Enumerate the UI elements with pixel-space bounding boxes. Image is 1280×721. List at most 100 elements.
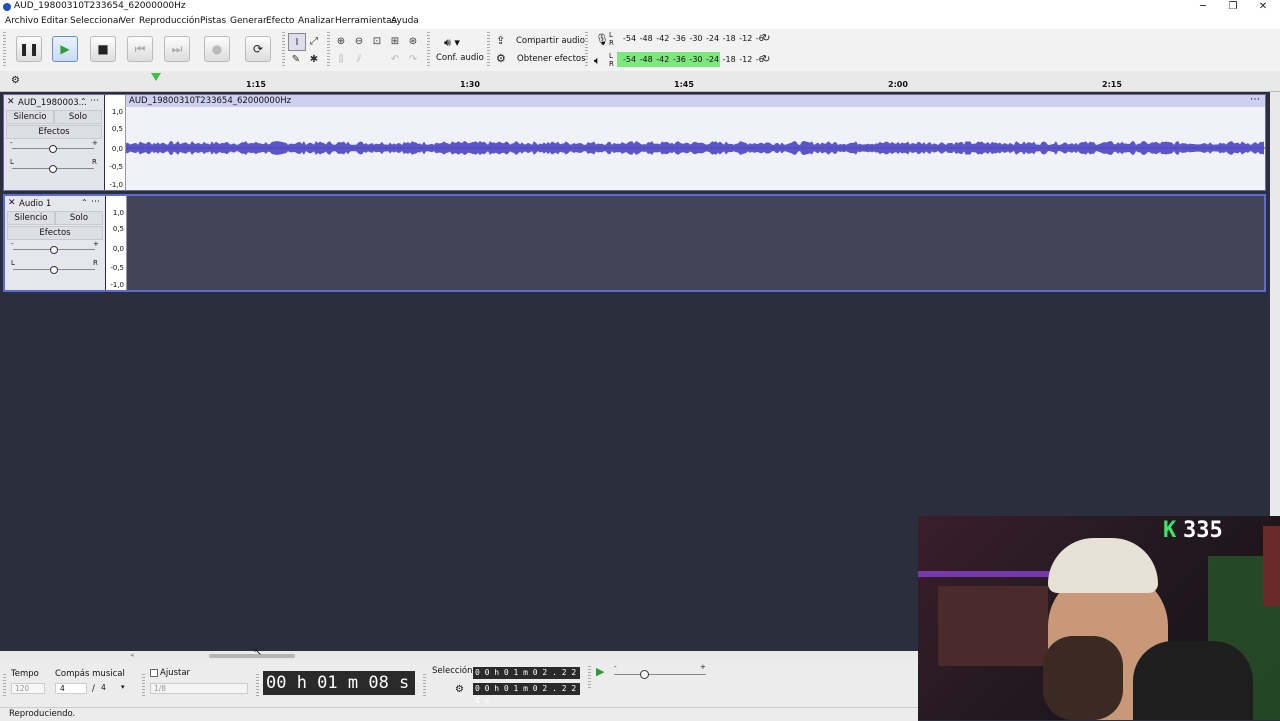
- loop-button[interactable]: ⟳: [245, 36, 271, 62]
- menu-ayuda[interactable]: Ayuda: [391, 16, 419, 26]
- menu-herramientas[interactable]: Herramientas: [335, 16, 396, 26]
- chevron-down-icon[interactable]: ▾: [121, 683, 125, 691]
- zoom-out-icon[interactable]: ⊖: [351, 33, 367, 49]
- speaker-dropdown-icon[interactable]: 🔊︎ ▾: [444, 36, 460, 50]
- audio-setup-label[interactable]: Conf. audio: [436, 53, 484, 63]
- mute-button[interactable]: Silencio: [6, 110, 54, 124]
- multi-tool-icon[interactable]: ✱: [306, 51, 322, 67]
- menu-editar[interactable]: Editar: [41, 16, 68, 26]
- audio-clip[interactable]: AUD_19800310T233654_62000000Hz ⋯: [126, 94, 1265, 190]
- envelope-tool-icon[interactable]: ⤢: [306, 33, 322, 49]
- toolbar-grip[interactable]: [282, 32, 285, 68]
- draw-tool-icon[interactable]: ✎: [288, 51, 304, 67]
- playback-meter[interactable]: -54 -48 -42 -36 -30 -24 -18 -12 -6: [623, 55, 764, 64]
- track-name[interactable]: AUD_1980003...: [18, 98, 87, 108]
- record-meter[interactable]: -54 -48 -42 -36 -30 -24 -18 -12 -6: [623, 34, 764, 43]
- collapse-icon[interactable]: ⌃: [80, 97, 87, 106]
- menu-generar[interactable]: Generar: [230, 16, 267, 26]
- play-at-speed-icon[interactable]: ▶: [596, 665, 604, 678]
- toolbar-grip[interactable]: [3, 32, 6, 68]
- share-audio-button[interactable]: Compartir audio: [516, 36, 585, 46]
- track-menu-icon[interactable]: ⋯: [91, 197, 100, 207]
- restore-icon[interactable]: ❐: [1218, 0, 1248, 14]
- skip-end-button[interactable]: ⏭: [164, 36, 190, 62]
- toolbar-grip[interactable]: [487, 32, 490, 68]
- fit-project-icon[interactable]: ⊞: [387, 33, 403, 49]
- track-menu-icon[interactable]: ⋯: [90, 96, 99, 106]
- clip-header[interactable]: [126, 95, 1265, 107]
- solo-button[interactable]: Solo: [54, 110, 102, 124]
- toolbar-grip[interactable]: [3, 674, 6, 696]
- menu-analizar[interactable]: Analizar: [298, 16, 334, 26]
- pause-button[interactable]: ❚❚: [16, 36, 42, 62]
- time-signature-numerator[interactable]: 4: [55, 683, 87, 694]
- solo-button[interactable]: Solo: [55, 211, 103, 225]
- close-icon[interactable]: ✕: [1248, 0, 1278, 14]
- timeline-ruler[interactable]: [0, 71, 1280, 92]
- timeline-settings-icon[interactable]: ⚙: [11, 75, 20, 86]
- snap-checkbox[interactable]: [150, 669, 158, 677]
- menu-efecto[interactable]: Efecto: [266, 16, 294, 26]
- toolbar-grip[interactable]: [423, 674, 426, 696]
- effects-button[interactable]: Efectos: [6, 125, 102, 139]
- menu-ver[interactable]: Ver: [120, 16, 135, 26]
- toolbar-grip[interactable]: [585, 32, 588, 68]
- selection-end[interactable]: 0 0 h 0 1 m 0 2 . 2 2 4 s: [473, 683, 580, 705]
- selection-settings-icon[interactable]: ⚙: [455, 684, 464, 695]
- playback-speed-thumb[interactable]: [640, 670, 649, 679]
- toolbar-grip[interactable]: [327, 32, 330, 68]
- effects-button[interactable]: Efectos: [7, 226, 103, 240]
- audio-track[interactable]: ✕ AUD_1980003... ⌃ ⋯ Silencio Solo Efect…: [3, 94, 1266, 191]
- play-button[interactable]: ▶: [52, 36, 78, 62]
- redo-icon[interactable]: ↷: [405, 51, 421, 67]
- playback-meter-menu-icon[interactable]: ↻: [762, 54, 770, 65]
- trim-icon[interactable]: ⫼: [333, 51, 349, 67]
- menu-seleccionar[interactable]: Seleccionar: [70, 16, 122, 26]
- time-signature-denominator[interactable]: 4: [99, 683, 131, 694]
- menu-archivo[interactable]: Archivo: [5, 16, 39, 26]
- track-close-icon[interactable]: ✕: [8, 198, 16, 208]
- select-tool-icon[interactable]: I: [288, 33, 306, 51]
- snap-select[interactable]: 1/8: [150, 683, 248, 694]
- stop-button[interactable]: ■: [90, 36, 116, 62]
- gain-slider-thumb[interactable]: [49, 145, 57, 153]
- toolbar-grip[interactable]: [142, 674, 145, 696]
- fit-selection-icon[interactable]: ⊡: [369, 33, 385, 49]
- pan-slider-thumb[interactable]: [49, 165, 57, 173]
- time-display[interactable]: 00 h 01 m 08 s: [263, 671, 415, 695]
- clip-menu-icon[interactable]: ⋯: [1250, 94, 1260, 105]
- playback-speed-slider[interactable]: [614, 674, 706, 675]
- toolbar-grip[interactable]: [427, 32, 430, 68]
- record-meter-menu-icon[interactable]: ↻: [762, 33, 770, 44]
- pan-slider-thumb[interactable]: [50, 266, 58, 274]
- silence-icon[interactable]: ⫽: [351, 51, 367, 67]
- audio-track-selected[interactable]: ✕ Audio 1 ⌃ ⋯ Silencio Solo Efectos - + …: [3, 194, 1266, 292]
- scroll-left-icon[interactable]: ◂: [130, 651, 134, 659]
- zoom-in-icon[interactable]: ⊕: [333, 33, 349, 49]
- minimize-icon[interactable]: ─: [1188, 0, 1218, 14]
- get-effects-button[interactable]: Obtener efectos: [517, 54, 586, 64]
- undo-icon[interactable]: ↶: [387, 51, 403, 67]
- toolbar-grip[interactable]: [256, 674, 259, 696]
- zoom-toggle-icon[interactable]: ⊛: [405, 33, 421, 49]
- menu-reproduccion[interactable]: Reproducción: [139, 16, 200, 26]
- playback-speaker-icon[interactable]: 🔈︎: [594, 54, 601, 68]
- toolbar-grip[interactable]: [588, 666, 591, 688]
- track-close-icon[interactable]: ✕: [7, 97, 15, 107]
- track-name[interactable]: Audio 1: [19, 199, 51, 209]
- gain-slider-thumb[interactable]: [50, 246, 58, 254]
- playhead-icon[interactable]: [151, 73, 161, 81]
- empty-track-area[interactable]: [127, 196, 1264, 290]
- record-button[interactable]: ●: [204, 36, 230, 62]
- menu-pistas[interactable]: Pistas: [200, 16, 226, 26]
- mute-button[interactable]: Silencio: [7, 211, 55, 225]
- speed-max-label: +: [700, 663, 706, 671]
- scrollbar-thumb[interactable]: [209, 654, 295, 658]
- skip-start-button[interactable]: ⏮: [127, 36, 153, 62]
- collapse-icon[interactable]: ⌃: [81, 198, 88, 207]
- clip-name[interactable]: AUD_19800310T233654_62000000Hz: [129, 96, 291, 106]
- microphone-icon[interactable]: 🎙︎: [595, 33, 609, 46]
- horizontal-scrollbar[interactable]: ◂: [0, 651, 918, 660]
- tempo-input[interactable]: 120: [11, 683, 45, 694]
- selection-start[interactable]: 0 0 h 0 1 m 0 2 . 2 2 4 s: [473, 667, 580, 689]
